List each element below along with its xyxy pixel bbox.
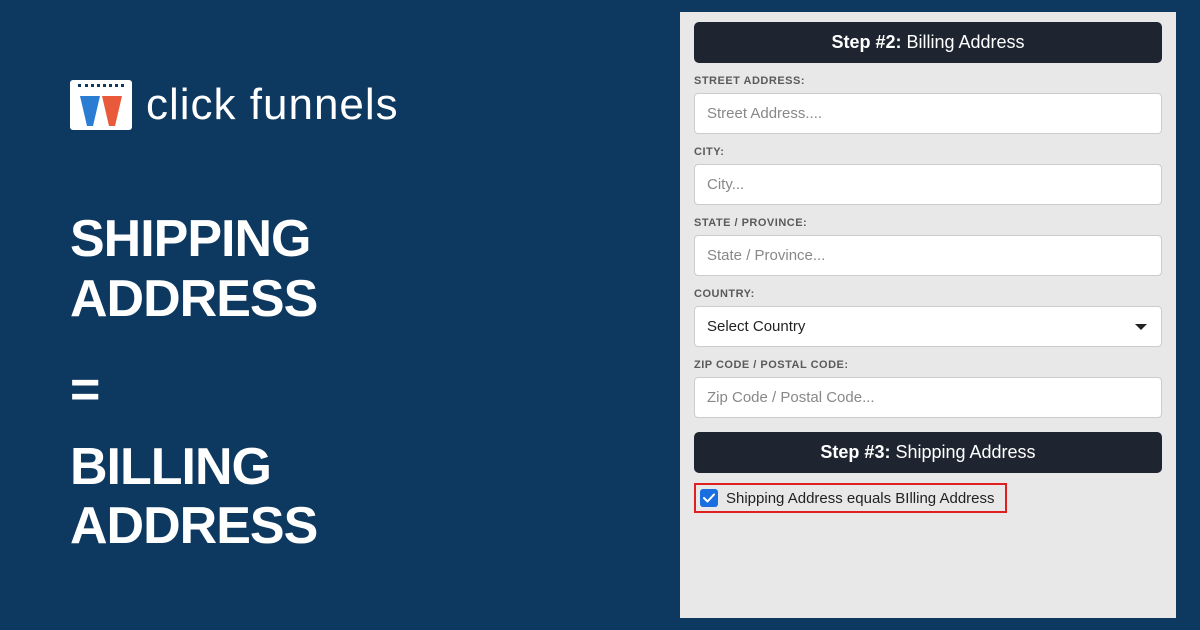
city-field-group: CITY: <box>694 146 1162 205</box>
headline-equals: = <box>70 360 640 420</box>
zip-input[interactable] <box>694 377 1162 418</box>
country-field-group: COUNTRY: Select Country <box>694 288 1162 347</box>
right-panel: Step #2: Billing Address STREET ADDRESS:… <box>680 0 1200 630</box>
step-3-light: Shipping Address <box>890 442 1035 462</box>
headline-address-2: ADDRESS <box>70 497 640 557</box>
step-2-bold: Step #2: <box>831 32 901 52</box>
street-input[interactable] <box>694 93 1162 134</box>
city-label: CITY: <box>694 146 1162 158</box>
step-3-header: Step #3: Shipping Address <box>694 432 1162 473</box>
form-panel: Step #2: Billing Address STREET ADDRESS:… <box>680 12 1176 618</box>
state-input[interactable] <box>694 235 1162 276</box>
headline-address-1: ADDRESS <box>70 270 640 330</box>
same-address-label: Shipping Address equals BIlling Address <box>726 490 995 507</box>
step-2-header: Step #2: Billing Address <box>694 22 1162 63</box>
country-select[interactable]: Select Country <box>694 306 1162 347</box>
step-3-bold: Step #3: <box>820 442 890 462</box>
city-input[interactable] <box>694 164 1162 205</box>
headline-shipping: SHIPPING <box>70 210 640 270</box>
logo: click funnels <box>70 80 640 130</box>
country-label: COUNTRY: <box>694 288 1162 300</box>
state-label: STATE / PROVINCE: <box>694 217 1162 229</box>
zip-label: ZIP CODE / POSTAL CODE: <box>694 359 1162 371</box>
step-2-light: Billing Address <box>901 32 1024 52</box>
state-field-group: STATE / PROVINCE: <box>694 217 1162 276</box>
checkbox-checked-icon <box>700 489 718 507</box>
same-address-checkbox-row[interactable]: Shipping Address equals BIlling Address <box>694 483 1007 513</box>
zip-field-group: ZIP CODE / POSTAL CODE: <box>694 359 1162 418</box>
street-label: STREET ADDRESS: <box>694 75 1162 87</box>
street-field-group: STREET ADDRESS: <box>694 75 1162 134</box>
chevron-down-icon <box>1135 324 1147 330</box>
headline-billing: BILLING <box>70 438 640 498</box>
country-selected: Select Country <box>695 307 1161 346</box>
left-panel: click funnels SHIPPING ADDRESS = BILLING… <box>0 0 680 630</box>
logo-text: click funnels <box>146 80 399 130</box>
clickfunnels-icon <box>70 80 132 130</box>
